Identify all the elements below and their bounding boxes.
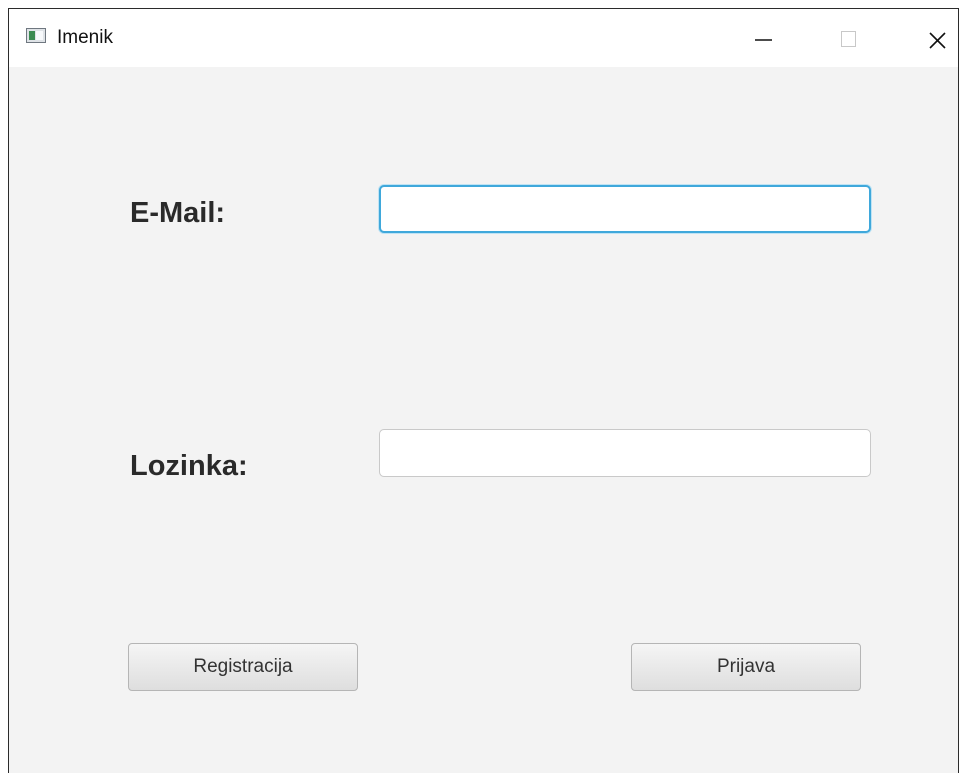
register-button[interactable]: Registracija xyxy=(128,643,358,691)
email-input[interactable] xyxy=(379,185,871,233)
app-window-icon xyxy=(26,28,46,43)
title-bar[interactable]: Imenik xyxy=(9,9,958,67)
close-icon xyxy=(929,32,946,49)
login-button[interactable]: Prijava xyxy=(631,643,861,691)
password-label: Lozinka: xyxy=(130,450,248,482)
maximize-icon xyxy=(841,31,856,47)
minimize-icon xyxy=(755,39,772,41)
app-window: Imenik E-Mail: Lozinka: Registracija Pri… xyxy=(8,8,959,773)
maximize-button[interactable] xyxy=(827,15,873,61)
password-input[interactable] xyxy=(379,429,871,477)
minimize-button[interactable] xyxy=(739,15,785,61)
window-title: Imenik xyxy=(57,27,113,48)
close-button[interactable] xyxy=(914,15,960,61)
email-label: E-Mail: xyxy=(130,197,226,229)
